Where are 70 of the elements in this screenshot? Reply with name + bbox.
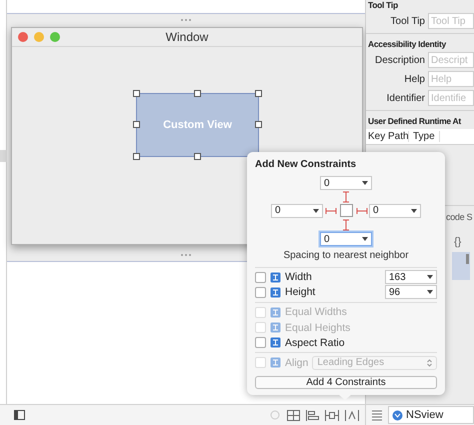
- caret-icon: [411, 208, 417, 212]
- resolve-icon[interactable]: [345, 410, 359, 421]
- caret-icon: [362, 181, 368, 185]
- align-label: Align: [285, 356, 308, 369]
- constraint-label: Equal Widths: [285, 306, 348, 318]
- pin-icon[interactable]: [325, 410, 339, 421]
- resize-handle[interactable]: [194, 90, 201, 97]
- pin-connector-icon[interactable]: [342, 218, 350, 230]
- caret-icon: [362, 237, 368, 241]
- constraint-label: Width: [285, 271, 313, 284]
- input-field[interactable]: Help: [428, 71, 474, 87]
- spacing-dropdown[interactable]: 0: [369, 204, 421, 218]
- resize-handle[interactable]: [133, 121, 140, 128]
- input-field[interactable]: Descript: [428, 52, 474, 68]
- spacing-dropdown[interactable]: 0: [320, 232, 372, 246]
- constraint-icon: [270, 357, 281, 368]
- spacing-dropdown[interactable]: 0: [271, 204, 323, 218]
- code-snippet-tab[interactable]: {}: [454, 236, 462, 248]
- field-label: Identifier: [386, 92, 425, 104]
- pin-connector-icon[interactable]: [356, 206, 368, 214]
- checkbox[interactable]: [255, 337, 266, 348]
- object-field[interactable]: NSview: [388, 406, 474, 424]
- resize-handle[interactable]: [255, 90, 262, 97]
- section-header: Accessibility Identity: [368, 39, 448, 49]
- caret-icon: [427, 275, 433, 280]
- column-header[interactable]: Type: [409, 131, 440, 142]
- column-header[interactable]: Key Path: [366, 131, 409, 142]
- value-dropdown[interactable]: 96: [385, 285, 437, 300]
- sidebar-toggle-icon[interactable]: [14, 410, 25, 420]
- caret-icon: [313, 208, 319, 212]
- resize-handle[interactable]: [255, 121, 262, 128]
- section-header: Tool Tip: [368, 0, 399, 10]
- field-label: Description: [374, 54, 425, 66]
- resize-handle[interactable]: [133, 153, 140, 160]
- caret-icon: [427, 290, 433, 294]
- input-field[interactable]: Tool Tip: [428, 13, 474, 29]
- spacing-label: Spacing to nearest neighbor: [282, 250, 410, 261]
- view-label: Custom View: [163, 119, 232, 131]
- window-title: Window: [166, 30, 208, 44]
- pin-connector-icon[interactable]: [324, 206, 336, 214]
- input-field[interactable]: Identifie: [428, 90, 474, 106]
- constraint-label: Height: [285, 286, 316, 298]
- chevron-icon: [427, 358, 432, 367]
- constraint-icon: [270, 286, 281, 298]
- checkbox[interactable]: [255, 286, 266, 298]
- constraint-label: Aspect Ratio: [285, 336, 346, 349]
- thumbnail-icon[interactable]: [452, 252, 470, 280]
- constraint-label: Equal Heights: [285, 322, 352, 334]
- section-header: User Defined Runtime At: [368, 116, 462, 126]
- library-tab[interactable]: code S: [446, 206, 472, 222]
- spacing-dropdown[interactable]: 0: [320, 176, 372, 190]
- constraint-icon: [270, 322, 281, 333]
- field-label: Tool Tip: [390, 16, 425, 26]
- align-icon[interactable]: [306, 410, 319, 421]
- field-label: Help: [403, 74, 425, 84]
- constraint-icon: [270, 272, 281, 283]
- view-square-icon: [340, 204, 352, 217]
- constraint-icon: [270, 306, 281, 318]
- stack-icon[interactable]: [287, 410, 300, 421]
- checkbox[interactable]: [255, 272, 266, 283]
- resize-handle[interactable]: [194, 153, 201, 160]
- resize-handle[interactable]: [133, 90, 140, 97]
- pin-connector-icon[interactable]: [342, 190, 350, 202]
- close-button[interactable]: [18, 32, 28, 42]
- popover-title: Add New Constraints: [255, 159, 358, 170]
- add-constraints-button[interactable]: Add 4 Constraints: [255, 376, 437, 390]
- object-icon: [392, 410, 403, 421]
- constraint-icon: [270, 337, 281, 348]
- value-dropdown[interactable]: 163: [385, 270, 437, 284]
- outline-list-icon[interactable]: [372, 410, 382, 421]
